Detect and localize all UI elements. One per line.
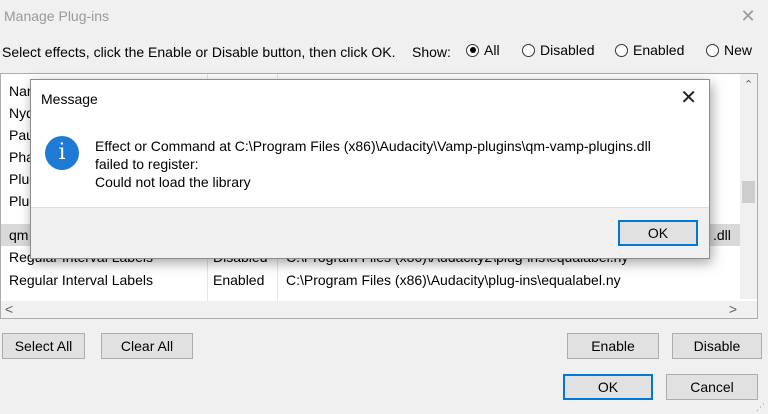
- scroll-left-icon[interactable]: <: [5, 301, 13, 318]
- cancel-button[interactable]: Cancel: [666, 374, 758, 400]
- message-dialog: Message ✕ i Effect or Command at C:\Prog…: [30, 79, 710, 259]
- message-title: Message: [41, 91, 98, 107]
- horizontal-scrollbar[interactable]: < >: [1, 301, 741, 318]
- show-label: Show:: [412, 44, 451, 60]
- radio-enabled-indicator[interactable]: [615, 43, 628, 57]
- message-footer: OK: [31, 207, 709, 258]
- scrollbar-corner: [740, 301, 757, 318]
- message-ok-button[interactable]: OK: [618, 220, 698, 246]
- message-line-1: Effect or Command at C:\Program Files (x…: [95, 138, 651, 154]
- radio-disabled-label: Disabled: [540, 42, 595, 58]
- ok-button[interactable]: OK: [563, 374, 653, 400]
- clear-all-button[interactable]: Clear All: [101, 333, 193, 359]
- radio-disabled-indicator[interactable]: [522, 43, 535, 57]
- radio-show-disabled[interactable]: Disabled: [522, 42, 594, 58]
- plugin-name: qm: [9, 227, 29, 243]
- message-close-button[interactable]: ✕: [680, 86, 697, 110]
- info-icon: i: [45, 136, 79, 170]
- vertical-scrollbar[interactable]: ⌃: [740, 74, 757, 299]
- radio-all-indicator[interactable]: [466, 43, 479, 57]
- plugin-name: Regular Interval Labels: [9, 272, 153, 288]
- vertical-scroll-thumb[interactable]: [742, 181, 755, 203]
- scroll-up-icon[interactable]: ⌃: [740, 78, 757, 91]
- window-close-button[interactable]: ✕: [738, 6, 758, 26]
- radio-show-enabled[interactable]: Enabled: [615, 42, 684, 58]
- message-line-2: failed to register:: [95, 156, 199, 172]
- radio-new-indicator[interactable]: [706, 43, 719, 57]
- enable-button[interactable]: Enable: [567, 333, 659, 359]
- plugin-path: .dll: [713, 227, 731, 243]
- scroll-right-icon[interactable]: >: [729, 301, 737, 318]
- radio-new-label: New: [724, 42, 753, 58]
- disable-button[interactable]: Disable: [672, 333, 762, 359]
- radio-show-new[interactable]: New: [706, 42, 752, 58]
- window-title: Manage Plug-ins: [4, 8, 110, 24]
- plugin-path: C:\Program Files (x86)\Audacity\plug-ins…: [286, 272, 621, 288]
- radio-show-all[interactable]: All: [466, 42, 500, 58]
- message-line-3: Could not load the library: [95, 174, 251, 190]
- plugin-state: Enabled: [213, 272, 265, 288]
- instruction-text: Select effects, click the Enable or Disa…: [2, 44, 396, 60]
- table-row[interactable]: Regular Interval Labels Enabled C:\Progr…: [1, 269, 741, 291]
- select-all-button[interactable]: Select All: [2, 333, 85, 359]
- resize-grip-icon[interactable]: ⋰: [756, 402, 766, 412]
- radio-enabled-label: Enabled: [633, 42, 685, 58]
- radio-all-label: All: [484, 42, 500, 58]
- plugin-name: Nar: [9, 83, 32, 99]
